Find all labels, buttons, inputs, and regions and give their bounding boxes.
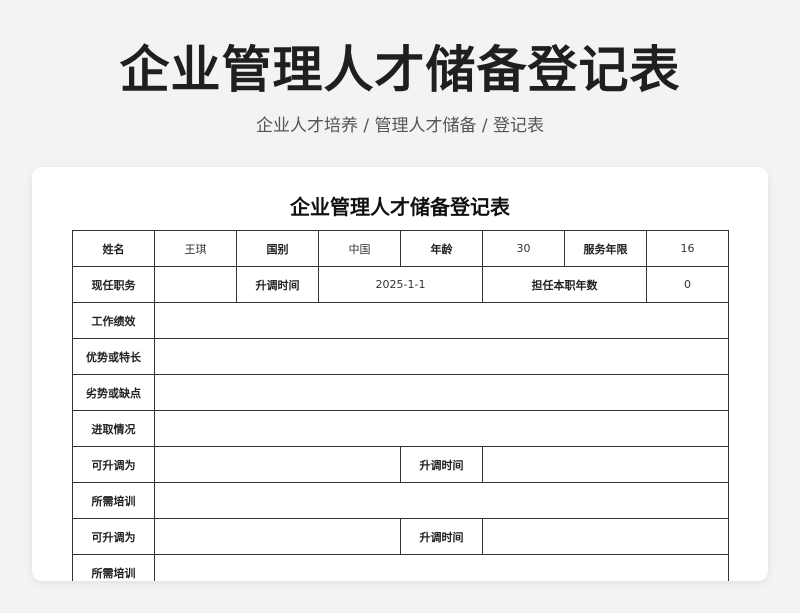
table-row: 优势或特长 [72, 338, 729, 375]
nationality-label: 国别 [236, 230, 319, 267]
strengths-label: 优势或特长 [72, 338, 155, 375]
performance-value[interactable] [154, 302, 729, 339]
years-in-position-label: 担任本职年数 [482, 266, 647, 303]
page-title: 企业管理人才储备登记表 [119, 41, 681, 99]
initiative-label: 进取情况 [72, 410, 155, 447]
nationality-value[interactable]: 中国 [318, 230, 401, 267]
table-row: 劣势或缺点 [72, 374, 729, 411]
performance-label: 工作绩效 [72, 302, 155, 339]
table-row: 进取情况 [72, 410, 729, 447]
service-years-value[interactable]: 16 [646, 230, 729, 267]
promotable-to-label-1: 可升调为 [72, 446, 155, 483]
weaknesses-value[interactable] [154, 374, 729, 411]
initiative-value[interactable] [154, 410, 729, 447]
breadcrumb: 企业人才培养 / 管理人才储备 / 登记表 [255, 116, 545, 136]
promotion-time-label-1: 升调时间 [400, 446, 483, 483]
name-value[interactable]: 王琪 [154, 230, 237, 267]
strengths-value[interactable] [154, 338, 729, 375]
promotion-time-label: 升调时间 [236, 266, 319, 303]
table-row: 可升调为 升调时间 [72, 446, 729, 483]
form-title: 企业管理人才储备登记表 [290, 195, 510, 219]
table-row: 所需培训 [72, 482, 729, 519]
training-needed-label-2: 所需培训 [72, 554, 155, 581]
promotion-time-value-1[interactable] [482, 446, 729, 483]
training-needed-value-2[interactable] [154, 554, 729, 581]
weaknesses-label: 劣势或缺点 [72, 374, 155, 411]
table-row: 现任职务 升调时间 2025-1-1 担任本职年数 0 [72, 266, 729, 303]
promotion-time-value-2[interactable] [482, 518, 729, 555]
current-position-label: 现任职务 [72, 266, 155, 303]
promotion-time-value[interactable]: 2025-1-1 [318, 266, 483, 303]
promotable-to-value-2[interactable] [154, 518, 401, 555]
promotable-to-label-2: 可升调为 [72, 518, 155, 555]
promotion-time-label-2: 升调时间 [400, 518, 483, 555]
table-row: 工作绩效 [72, 302, 729, 339]
service-years-label: 服务年限 [564, 230, 647, 267]
age-value[interactable]: 30 [482, 230, 565, 267]
years-in-position-value[interactable]: 0 [646, 266, 729, 303]
current-position-value[interactable] [154, 266, 237, 303]
age-label: 年龄 [400, 230, 483, 267]
table-row: 所需培训 [72, 554, 729, 581]
name-label: 姓名 [72, 230, 155, 267]
registration-table: 姓名 王琪 国别 中国 年龄 30 服务年限 16 现任职务 升调时间 2025… [72, 230, 729, 581]
table-row: 可升调为 升调时间 [72, 518, 729, 555]
promotable-to-value-1[interactable] [154, 446, 401, 483]
form-card: 企业管理人才储备登记表 姓名 王琪 国别 中国 年龄 30 服务年限 16 现任… [32, 167, 768, 581]
training-needed-label-1: 所需培训 [72, 482, 155, 519]
table-row: 姓名 王琪 国别 中国 年龄 30 服务年限 16 [72, 230, 729, 267]
training-needed-value-1[interactable] [154, 482, 729, 519]
